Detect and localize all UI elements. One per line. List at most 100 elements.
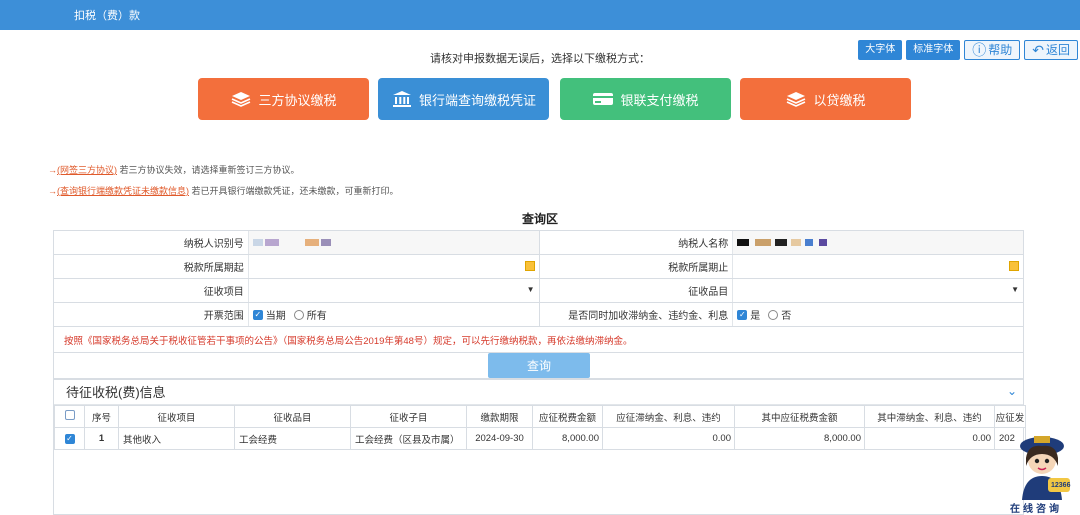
row-index: 1 [84, 427, 119, 450]
checkbox-checked[interactable]: ✓ [737, 309, 748, 320]
checkbox-checked[interactable]: ✓ [252, 309, 263, 320]
pending-tax-panel: 待征收税(费)信息 ⌄ 序号 征收项目 征收品目 征收子目 缴款期限 应征税费金… [53, 378, 1026, 515]
chevron-down-icon[interactable]: ⌄ [1007, 384, 1017, 398]
three-party-pay-button[interactable]: 三方协议缴税 [198, 78, 369, 120]
masked-text [819, 239, 828, 246]
layers-icon [785, 90, 807, 108]
layers-icon [230, 90, 252, 108]
arrow-icon: → [48, 186, 57, 196]
instruction-text: 请核对申报数据无误后，选择以下缴税方式： [430, 53, 650, 65]
option-current[interactable]: ✓ 当期 [252, 307, 286, 322]
query-row: 开票范围 ✓ 当期 所有 是否同时加收滞纳金、违约金、利息 ✓ 是 否 [54, 303, 1023, 327]
masked-text [320, 239, 331, 246]
invoice-scope-options: ✓ 当期 所有 [247, 303, 539, 326]
option-all[interactable]: 所有 [293, 307, 327, 322]
taxpayer-name-label: 纳税人名称 [538, 231, 733, 254]
masked-text [304, 239, 319, 246]
query-button[interactable]: 查询 [488, 353, 590, 378]
period-start-input[interactable] [247, 255, 539, 278]
late-fee-label: 是否同时加收滞纳金、违约金、利息 [538, 303, 733, 326]
card-icon [592, 90, 614, 108]
loan-pay-label: 以贷缴税 [813, 92, 866, 108]
invoice-scope-label: 开票范围 [203, 311, 244, 322]
calendar-icon[interactable] [1009, 261, 1019, 271]
masked-text [775, 239, 788, 246]
item-select[interactable]: ▼ [247, 279, 539, 302]
period-end-input[interactable] [732, 255, 1023, 278]
masked-text [755, 239, 772, 246]
table-row[interactable]: ✓ 1 其他收入 工会经费 工会经费（区县及市属） 2024-09-30 8,0… [54, 427, 1026, 450]
query-row: 征收项目 ▼ 征收品目 ▼ [54, 279, 1023, 303]
unionpay-label: 银联支付缴税 [620, 92, 699, 108]
online-consult-label: 在线咨询 [1010, 504, 1062, 515]
radio-button[interactable] [293, 309, 304, 320]
option-no-label: 否 [781, 311, 792, 322]
taxpayer-name-field [732, 231, 1023, 254]
law-notice: 按照《国家税务总局关于税收征管若干事项的公告》（国家税务总局公告2019年第48… [54, 327, 1023, 353]
query-row: 税款所属期起 税款所属期止 [54, 255, 1023, 279]
option-yes-label: 是 [750, 311, 761, 322]
select-all-cell [54, 405, 85, 428]
unionpay-button[interactable]: 银联支付缴税 [560, 78, 731, 120]
row-select-cell: ✓ [54, 427, 85, 450]
column-header: 其中滞纳金、利息、违约 [864, 405, 995, 428]
arrow-icon: → [48, 165, 57, 175]
pending-tax-header: 待征收税(费)信息 ⌄ [54, 379, 1023, 405]
radio-button[interactable] [768, 309, 779, 320]
sub-item-label: 征收品目 [538, 279, 733, 302]
column-header: 应征税费金额 [532, 405, 603, 428]
sign-three-party-link[interactable]: (网签三方协议) [57, 165, 117, 175]
select-all-checkbox[interactable] [64, 410, 75, 420]
column-header: 缴款期限 [466, 405, 533, 428]
period-start-label: 税款所属期起 [183, 263, 244, 274]
option-all-label: 所有 [306, 311, 327, 322]
masked-text [252, 239, 263, 246]
period-end-label: 税款所属期止 [538, 255, 733, 278]
column-header: 其中应征税费金额 [734, 405, 865, 428]
three-party-pay-label: 三方协议缴税 [258, 92, 337, 108]
notice-text: 若已开具银行端缴款凭证，还未缴款，可重新打印。 [191, 186, 399, 196]
option-yes[interactable]: ✓ 是 [737, 307, 760, 322]
query-row: 纳税人识别号 纳税人名称 [54, 231, 1023, 255]
taxpayer-id-field [247, 231, 539, 254]
row-child-item: 工会经费（区县及市属） [350, 427, 467, 450]
masked-text [737, 239, 750, 246]
column-header: 征收品目 [234, 405, 351, 428]
column-header: 序号 [84, 405, 119, 428]
late-fee-options: ✓ 是 否 [732, 303, 1023, 326]
query-button-row: 查询 [54, 353, 1023, 379]
notice-three-party: →(网签三方协议) 若三方协议失效，请选择重新签订三方协议。 [48, 163, 300, 176]
table-header-row: 序号 征收项目 征收品目 征收子目 缴款期限 应征税费金额 应征滞纳金、利息、违… [54, 405, 1026, 428]
column-header: 征收子目 [350, 405, 467, 428]
query-section-title: 查询区 [521, 212, 558, 226]
top-bar: 扣税（费）款 [0, 0, 1080, 30]
row-checkbox[interactable]: ✓ [64, 433, 75, 444]
item-label: 征收项目 [203, 287, 244, 298]
calendar-icon[interactable] [524, 261, 535, 271]
masked-text [805, 239, 814, 246]
option-current-label: 当期 [265, 311, 286, 322]
online-consult-mascot[interactable]: 12366 在线咨询 [1004, 430, 1080, 515]
dropdown-arrow-icon: ▼ [526, 285, 535, 294]
dropdown-arrow-icon: ▼ [1011, 285, 1019, 294]
page-title: 扣税（费）款 [74, 10, 140, 22]
query-form: 纳税人识别号 纳税人名称 税款所属期起 税款所属期止 征收项目 ▼ 征收品目 ▼… [53, 230, 1024, 380]
bank-icon [391, 90, 413, 108]
bank-voucher-button[interactable]: 银行端查询缴税凭证 [378, 78, 549, 120]
loan-pay-button[interactable]: 以贷缴税 [740, 78, 911, 120]
hotline-badge: 12366 [1051, 482, 1071, 489]
column-header: 征收项目 [118, 405, 235, 428]
masked-text [791, 239, 802, 246]
row-amount: 8,000.00 [532, 427, 603, 450]
row-item: 其他收入 [118, 427, 235, 450]
masked-text [264, 239, 279, 246]
row-sub-item: 工会经费 [234, 427, 351, 450]
pending-tax-table: 序号 征收项目 征收品目 征收子目 缴款期限 应征税费金额 应征滞纳金、利息、违… [54, 405, 1026, 450]
row-late-fee-inner: 0.00 [864, 427, 995, 450]
pending-tax-title: 待征收税(费)信息 [66, 385, 166, 400]
column-header: 应征滞纳金、利息、违约 [602, 405, 735, 428]
option-no[interactable]: 否 [768, 307, 791, 322]
query-unpaid-voucher-link[interactable]: (查询银行端缴款凭证未缴款信息) [57, 186, 189, 196]
row-deadline: 2024-09-30 [466, 427, 533, 450]
sub-item-select[interactable]: ▼ [732, 279, 1023, 302]
